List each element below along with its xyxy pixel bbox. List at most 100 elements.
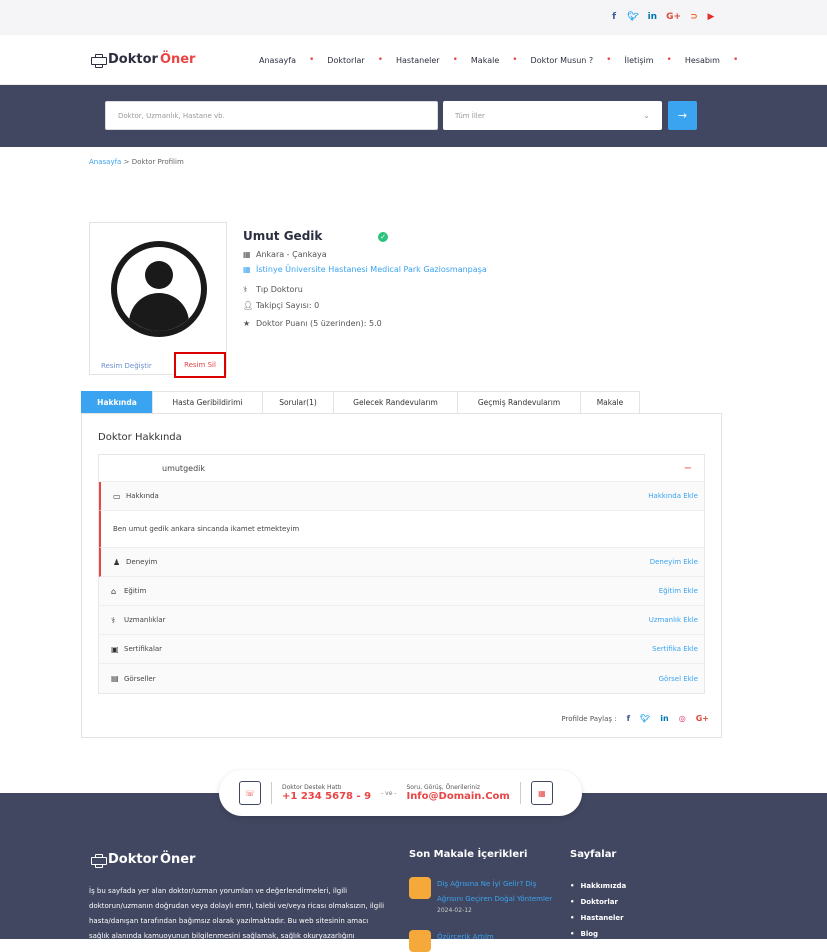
support-mail-block: Soru, Görüş, Önerileriniz Info@Domain.Co… (406, 784, 509, 802)
footer-page-link[interactable]: Blog (570, 926, 626, 942)
footer-brand-part2: Öner (159, 852, 196, 867)
brand-logo[interactable]: Doktor Öner (90, 52, 195, 68)
twitter-share-icon[interactable]: 🐦︎ (640, 714, 650, 723)
doctor-icon: ⚕ (243, 285, 248, 294)
instagram-share-icon[interactable]: ◎ (679, 714, 686, 723)
breadcrumb-separator: > (123, 158, 132, 166)
footer-article-item[interactable]: Diş Ağrısına Ne İyi Gelir? Diş Ağrısını … (409, 877, 559, 914)
section-row-deneyim: ♟ Deneyim Deneyim Ekle (99, 548, 704, 577)
footer-logo[interactable]: Doktor Öner (90, 852, 196, 868)
breadcrumb-home[interactable]: Anasayfa (89, 158, 121, 166)
youtube-icon[interactable]: ▶ (707, 11, 715, 23)
section-label: Görseller (124, 674, 156, 683)
hospital-link[interactable]: İstinye Üniversite Hastanesi Medical Par… (256, 265, 487, 274)
share-label: Profilde Paylaş : (561, 714, 617, 723)
section-row-gorseller: ▤ Görseller Görsel Ekle (99, 664, 704, 693)
linkedin-icon[interactable]: in (648, 11, 658, 23)
followers-text: Takipçi Sayısı: 0 (256, 301, 320, 310)
about-accordion: umutgedik − ▭ Hakkında Hakkında Ekle Ben … (98, 454, 705, 694)
menu-item-hastaneler[interactable]: Hastaneler (396, 56, 440, 65)
search-button[interactable]: → (668, 101, 697, 130)
support-phone[interactable]: +1 234 5678 - 9 (282, 791, 371, 802)
user-icon: ♟ (113, 557, 121, 567)
support-bar: ☏ Doktor Destek Hattı +1 234 5678 - 9 - … (219, 770, 582, 816)
profile-tabs: Hakkında Hasta Geribildirimi Sorular(1) … (81, 391, 640, 413)
city-select[interactable]: Tüm İller ⌄ (443, 101, 662, 130)
location-text: Ankara - Çankaya (256, 250, 327, 259)
article-title[interactable]: Diş Ağrısına Ne İyi Gelir? Diş Ağrısını … (437, 877, 559, 907)
certificate-icon: ▣ (111, 644, 119, 654)
article-date: 2024-02-12 (437, 907, 472, 914)
menu-item-hesabim[interactable]: Hesabım (685, 56, 720, 65)
article-thumbnail (409, 877, 431, 899)
support-line-label: Doktor Destek Hattı (282, 784, 342, 791)
arrow-right-icon: → (677, 109, 688, 122)
footer-page-link[interactable]: Doktorlar (570, 894, 626, 910)
add-image-link[interactable]: Görsel Ekle (659, 675, 698, 683)
section-label: Uzmanlıklar (124, 616, 166, 624)
tab-gelecek-randevular[interactable]: Gelecek Randevularım (333, 391, 458, 413)
change-photo-link[interactable]: Resim Değiştir (101, 362, 152, 370)
about-description: Ben umut gedik ankara sincanda ikamet et… (99, 511, 704, 548)
hospital-icon: ▦ (243, 265, 251, 274)
star-icon: ★ (243, 319, 251, 328)
footer-description: İş bu sayfada yer alan doktor/uzman yoru… (89, 887, 385, 940)
facebook-icon[interactable]: f (610, 11, 618, 23)
followers-row: 👤︎ Takipçi Sayısı: 0 (243, 301, 319, 310)
footer-article-item[interactable]: Özürcerik Artılm (409, 930, 559, 952)
section-row-hakkinda: ▭ Hakkında Hakkında Ekle (99, 482, 704, 511)
add-education-link[interactable]: Eğitim Ekle (659, 587, 698, 595)
logo-cross-icon (90, 53, 107, 68)
avatar (111, 241, 207, 337)
footer-logo-cross-icon (90, 853, 107, 868)
google-plus-icon[interactable]: G+ (666, 11, 681, 23)
accordion-header[interactable]: umutgedik − (99, 455, 704, 482)
add-experience-link[interactable]: Deneyim Ekle (650, 558, 698, 566)
google-plus-share-icon[interactable]: G+ (696, 714, 709, 723)
linkedin-share-icon[interactable]: in (660, 714, 668, 723)
support-and: - ve - (381, 789, 397, 797)
add-specialty-link[interactable]: Uzmanlık Ekle (649, 616, 698, 624)
footer-page-link[interactable]: Hastaneler (570, 910, 626, 926)
social-links: f 🐦︎ in G+ ⊃ ▶ (610, 11, 715, 23)
tab-sorular[interactable]: Sorular(1) (262, 391, 334, 413)
menu-item-doktorlar[interactable]: Doktorlar (327, 56, 364, 65)
chevron-down-icon: ⌄ (643, 111, 650, 120)
rating-row: ★ Doktor Puanı (5 üzerinden): 5.0 (243, 319, 382, 328)
footer-brand-part1: Doktor (108, 852, 158, 867)
article-title[interactable]: Özürcerik Artılm (437, 930, 494, 945)
breadcrumb-current: Doktor Profilim (131, 158, 184, 166)
footer-pages-heading: Sayfalar (570, 849, 617, 860)
profile-photo-box: Resim Değiştir Resim Sil (89, 222, 227, 378)
menu-item-anasayfa[interactable]: Anasayfa (259, 56, 296, 65)
support-email[interactable]: Info@Domain.Com (406, 791, 509, 802)
tab-gecmis-randevular[interactable]: Geçmiş Randevularım (457, 391, 581, 413)
phone-support-icon: ☏ (239, 781, 261, 805)
search-input[interactable]: Doktor, Uzmanlık, Hastane vb. (105, 101, 438, 130)
add-certificate-link[interactable]: Sertifika Ekle (652, 645, 698, 653)
id-card-icon: ▭ (113, 491, 121, 501)
add-about-link[interactable]: Hakkında Ekle (648, 492, 698, 500)
facebook-share-icon[interactable]: f (627, 714, 630, 723)
doctor-name: Umut Gedik (243, 229, 323, 243)
specialty-icon: ⚕ (111, 615, 116, 625)
section-label: Sertifikalar (124, 645, 163, 653)
menu-item-makale[interactable]: Makale (471, 56, 499, 65)
share-bar: Profilde Paylaş : f 🐦︎ in ◎ G+ (561, 714, 709, 723)
tab-hasta-geribildirimi[interactable]: Hasta Geribildirimi (152, 391, 263, 413)
menu-item-doktor-musun[interactable]: Doktor Musun ? (531, 56, 594, 65)
menu-item-iletisim[interactable]: İletişim (624, 56, 653, 65)
tab-makale[interactable]: Makale (580, 391, 640, 413)
footer-page-link[interactable]: Hakkımızda (570, 878, 626, 894)
school-icon: ⌂ (111, 586, 117, 596)
collapse-minus-icon[interactable]: − (684, 463, 692, 474)
navbar: Doktor Öner Anasayfa • Doktorlar • Hastanel… (0, 35, 827, 85)
rss-icon[interactable]: ⊃ (690, 11, 698, 23)
support-phone-block: Doktor Destek Hattı +1 234 5678 - 9 (282, 784, 371, 802)
tab-hakkinda[interactable]: Hakkında (81, 391, 153, 413)
search-placeholder: Doktor, Uzmanlık, Hastane vb. (118, 111, 225, 120)
twitter-icon[interactable]: 🐦︎ (627, 11, 638, 23)
rating-text: Doktor Puanı (5 üzerinden): 5.0 (256, 319, 382, 328)
delete-photo-button[interactable]: Resim Sil (174, 352, 226, 378)
hospital-row[interactable]: ▦ İstinye Üniversite Hastanesi Medical Pa… (243, 265, 487, 274)
